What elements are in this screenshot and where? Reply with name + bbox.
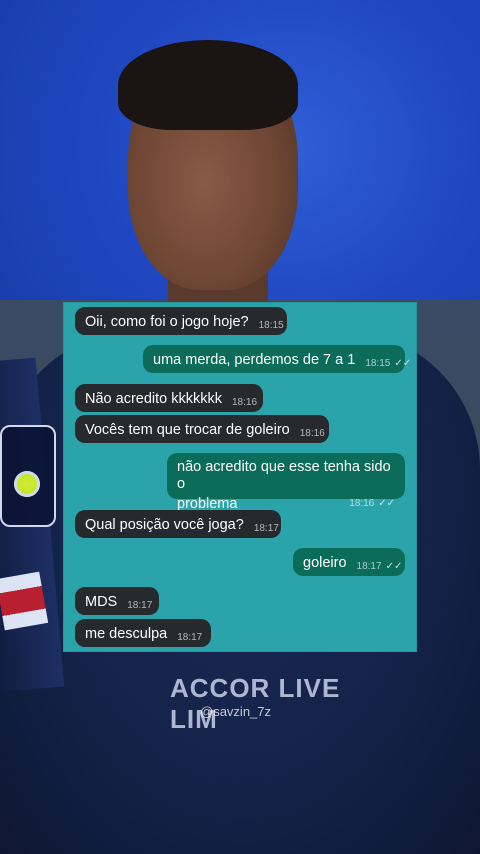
league-logo-icon [14,471,40,497]
message-text: me desculpa [85,626,168,642]
message-time: 18:15 [365,358,391,369]
message-time: 18:16 [299,428,325,439]
message-time: 18:16 [232,397,258,408]
chat-message-incoming: Qual posição você joga? 18:17 [75,510,281,538]
message-time: 18:17 [177,632,203,643]
chat-message-incoming: Vocês tem que trocar de goleiro 18:16 [75,415,329,443]
message-text: MDS [85,594,118,610]
player-hair [118,40,298,130]
chat-panel: Oii, como foi o jogo hoje? 18:15 uma merd… [63,302,417,652]
message-text: uma merda, perdemos de 7 a 1 [153,352,356,368]
message-text-line-1: não acredito que esse tenha sido o [177,459,391,493]
message-text: goleiro [303,555,347,571]
message-time: 18:17 [253,523,279,534]
message-time: 18:16 [349,498,375,510]
league-badge-icon [0,425,56,527]
message-time: 18:17 [127,600,153,611]
message-text: Não acredito kkkkkkk [85,391,222,407]
read-receipt-icon: ✓✓ [378,498,395,510]
message-time: 18:15 [258,320,284,331]
chat-message-outgoing: não acredito que esse tenha sido o probl… [167,453,405,512]
read-receipt-icon: ✓✓ [385,561,403,572]
chat-message-incoming: MDS 18:17 [75,587,159,615]
chat-message-outgoing: uma merda, perdemos de 7 a 1 18:15 ✓✓ [143,345,411,373]
chat-message-incoming: Não acredito kkkkkkk 18:16 [75,384,263,412]
chat-message-incoming: me desculpa 18:17 [75,619,211,647]
message-time: 18:17 [356,561,382,572]
read-receipt-icon: ✓✓ [394,358,412,369]
watermark-handle: @savzin_7z [200,704,272,719]
chat-message-incoming: Oii, como foi o jogo hoje? 18:15 [75,307,287,335]
message-text: Oii, como foi o jogo hoje? [85,314,249,330]
message-text: Qual posição você joga? [85,517,244,533]
chat-message-outgoing: goleiro 18:17 ✓✓ [293,548,405,576]
message-text: Vocês tem que trocar de goleiro [85,422,290,438]
